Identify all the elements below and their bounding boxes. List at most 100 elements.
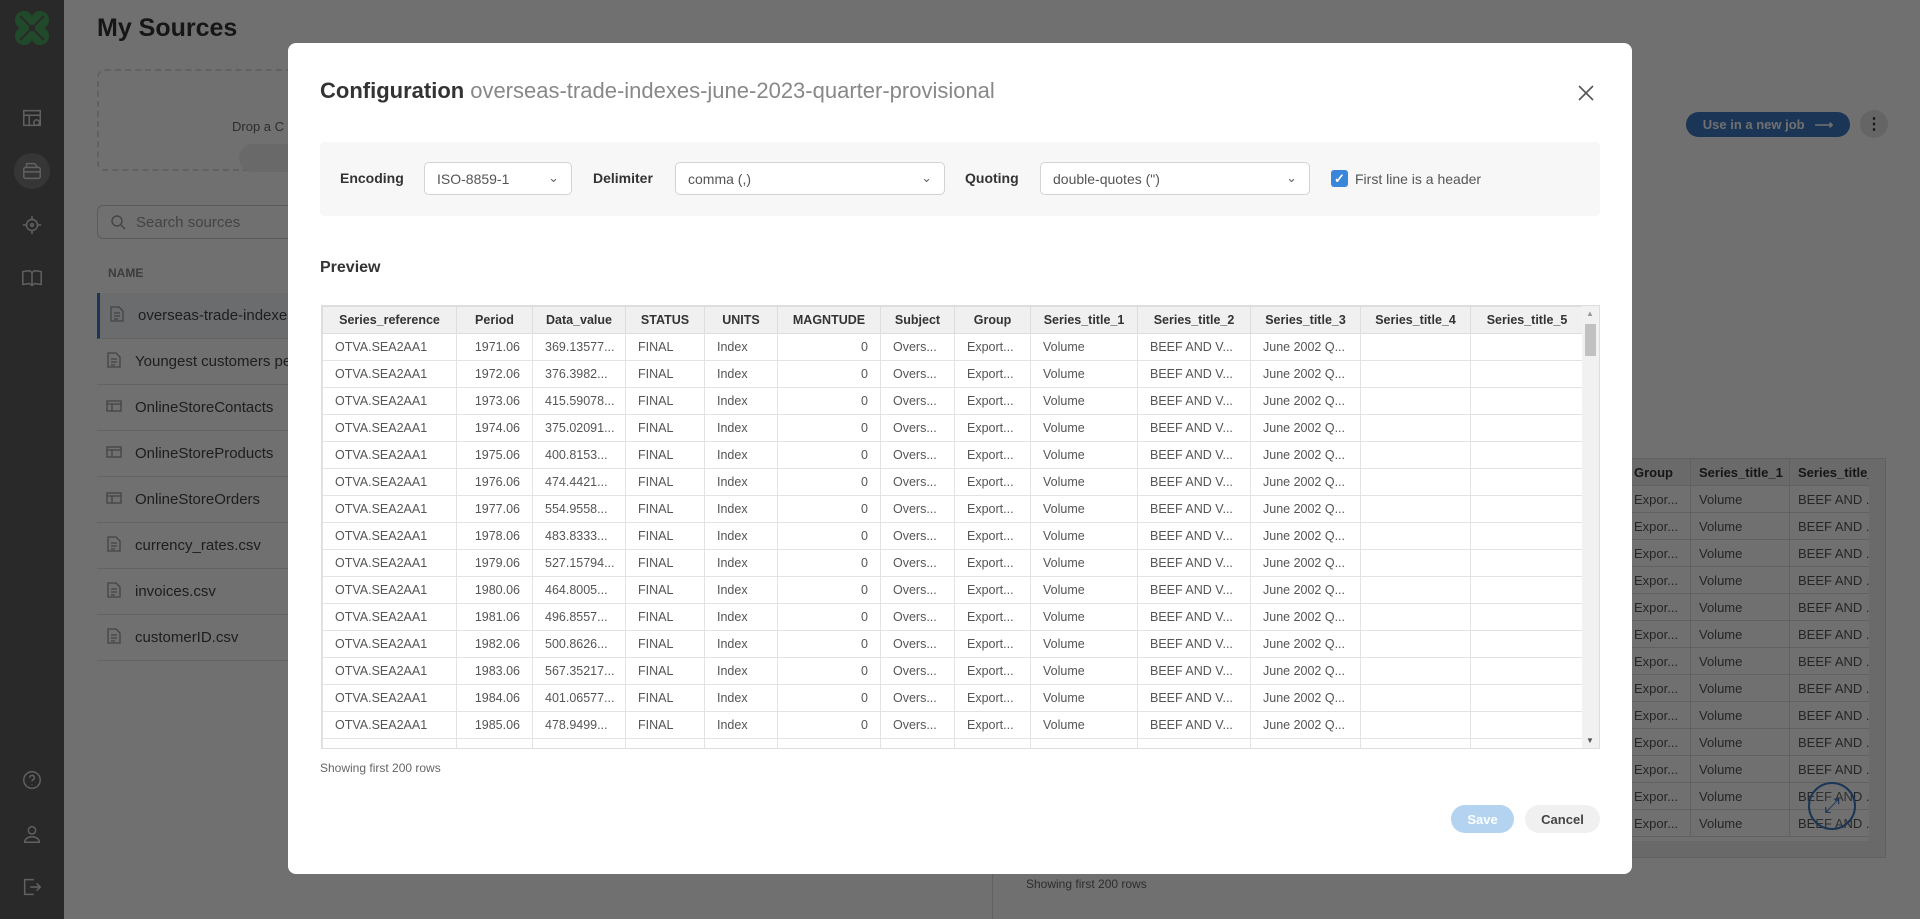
sidebar-sources-icon[interactable]: [14, 153, 50, 189]
first-line-header-label[interactable]: First line is a header: [1355, 171, 1481, 187]
quoting-select[interactable]: double-quotes (") ⌄: [1040, 162, 1310, 195]
column-header[interactable]: Series_title_4: [1360, 306, 1471, 334]
more-options-kebab-icon[interactable]: ⋮: [1860, 110, 1888, 138]
table-row: OTVA.SEA2AA1 1978.06 483.8333... FINAL Index…: [322, 522, 1584, 550]
background-table-cell: Volume: [1691, 540, 1790, 566]
table-cell: Index: [704, 711, 778, 739]
table-row: OTVA.SEA2AA1 1982.06 500.8626... FINAL Index…: [322, 630, 1584, 658]
table-cell: BEEF AND V...: [1137, 684, 1251, 712]
file-icon: [105, 581, 123, 603]
background-table-vertical-scrollbar[interactable]: [1869, 459, 1885, 857]
rows-shown-footer: Showing first 200 rows: [320, 761, 441, 775]
cancel-button[interactable]: Cancel: [1525, 805, 1600, 833]
table-cell: Overs...: [880, 603, 955, 631]
preview-heading: Preview: [320, 259, 381, 276]
scroll-up-arrow-icon[interactable]: ▲: [1586, 309, 1594, 318]
table-cell: 1974.06: [456, 414, 533, 442]
drop-zone-text: Drop a C: [232, 119, 285, 134]
background-table-cell: Volume: [1691, 675, 1790, 701]
background-table-cell: BEEF AND ..: [1790, 729, 1871, 755]
use-in-new-job-button[interactable]: Use in a new job ⟶: [1686, 112, 1850, 137]
background-table-row: Expor... Volume BEEF AND ..: [1626, 486, 1885, 513]
sidebar-target-icon[interactable]: [14, 207, 50, 243]
background-table-horizontal-scrollbar[interactable]: [1601, 841, 1885, 857]
source-name: OnlineStoreProducts: [135, 445, 274, 462]
table-cell: 1978.06: [456, 522, 533, 550]
table-cell: June 2002 Q...: [1250, 684, 1361, 712]
help-icon[interactable]: [14, 762, 50, 798]
column-header[interactable]: Group: [954, 306, 1031, 334]
table-cell: Index: [704, 441, 778, 469]
background-table-cell: Volume: [1691, 702, 1790, 728]
configuration-modal: Configuration overseas-trade-indexes-june…: [288, 43, 1632, 874]
table-icon: [105, 397, 123, 419]
table-cell: June 2002 Q...: [1250, 333, 1361, 361]
table-cell: June 2002 Q...: [1250, 495, 1361, 523]
close-icon[interactable]: [1573, 80, 1599, 106]
table-cell: FINAL: [625, 414, 705, 442]
column-header[interactable]: Series_title_3: [1250, 306, 1361, 334]
column-header[interactable]: MAGNTUDE: [777, 306, 881, 334]
table-cell: 0: [777, 468, 881, 496]
table-cell: [1360, 711, 1471, 739]
table-cell: [1470, 711, 1584, 739]
column-header[interactable]: Data_value: [532, 306, 626, 334]
sidebar-docs-book-icon[interactable]: [14, 260, 50, 296]
column-header[interactable]: Series_title_1: [1030, 306, 1138, 334]
column-header[interactable]: UNITS: [704, 306, 778, 334]
table-cell: Overs...: [880, 360, 955, 388]
preview-table: Series_reference Period Data_value STATUS UN…: [322, 306, 1584, 748]
preview-table-container: Series_reference Period Data_value STATUS UN…: [321, 305, 1600, 749]
table-cell: Index: [704, 522, 778, 550]
table-cell: OTVA.SEA2AA1: [322, 576, 457, 604]
use-in-new-job-label: Use in a new job: [1702, 117, 1805, 132]
table-cell: Overs...: [880, 630, 955, 658]
table-cell: 1975.06: [456, 441, 533, 469]
table-icon: [105, 443, 123, 465]
column-header[interactable]: Series_title_2: [1137, 306, 1251, 334]
encoding-value: ISO-8859-1: [437, 171, 510, 187]
user-profile-icon[interactable]: [14, 816, 50, 852]
table-row-partial: [322, 738, 1584, 748]
scroll-down-arrow-icon[interactable]: ▼: [1586, 736, 1594, 745]
column-header[interactable]: STATUS: [625, 306, 705, 334]
sidebar-jobs-icon[interactable]: [14, 100, 50, 136]
save-button[interactable]: Save: [1451, 805, 1514, 833]
column-header[interactable]: Series_title_5: [1470, 306, 1584, 334]
table-cell: Overs...: [880, 414, 955, 442]
delimiter-select[interactable]: comma (,) ⌄: [675, 162, 945, 195]
table-row: OTVA.SEA2AA1 1981.06 496.8557... FINAL Index…: [322, 603, 1584, 631]
table-cell: [1360, 549, 1471, 577]
table-cell: 1982.06: [456, 630, 533, 658]
column-header[interactable]: Subject: [880, 306, 955, 334]
table-cell: 376.3982...: [532, 360, 626, 388]
name-column-header[interactable]: NAME: [108, 266, 143, 280]
background-table-cell: Expor...: [1626, 810, 1691, 836]
table-cell: Volume: [1030, 549, 1138, 577]
clover-logo-icon[interactable]: [12, 8, 52, 48]
table-cell: [1250, 738, 1361, 748]
table-cell: Index: [704, 684, 778, 712]
encoding-select[interactable]: ISO-8859-1 ⌄: [424, 162, 572, 195]
table-cell: Overs...: [880, 576, 955, 604]
delimiter-label: Delimiter: [593, 170, 653, 186]
column-header[interactable]: Period: [456, 306, 533, 334]
table-cell: Overs...: [880, 441, 955, 469]
table-cell: 0: [777, 657, 881, 685]
background-table-cell: Volume: [1691, 486, 1790, 512]
expand-icon[interactable]: ⤢: [1808, 782, 1856, 830]
preview-vertical-scrollbar[interactable]: ▲ ▼: [1582, 306, 1599, 748]
table-cell: Export...: [954, 522, 1031, 550]
table-cell: June 2002 Q...: [1250, 468, 1361, 496]
first-line-header-checkbox[interactable]: ✓: [1331, 170, 1348, 187]
table-cell: Overs...: [880, 522, 955, 550]
column-header[interactable]: Series_reference: [322, 306, 457, 334]
background-table-row: Expor... Volume BEEF AND ..: [1626, 567, 1885, 594]
table-cell: Export...: [954, 630, 1031, 658]
table-cell: 0: [777, 360, 881, 388]
table-cell: [954, 738, 1031, 748]
logout-icon[interactable]: [14, 869, 50, 905]
scrollbar-thumb[interactable]: [1585, 324, 1596, 356]
background-table-cell: Volume: [1691, 729, 1790, 755]
table-cell: Index: [704, 387, 778, 415]
